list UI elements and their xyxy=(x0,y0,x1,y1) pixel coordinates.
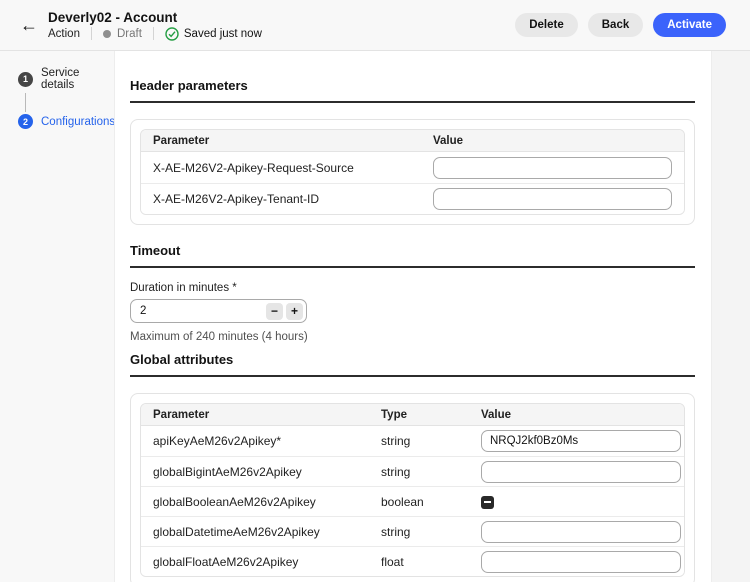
meta-separator xyxy=(153,27,154,40)
section-divider xyxy=(130,375,695,377)
column-header-value: Value xyxy=(433,135,672,147)
step-service-details[interactable]: 1 Service details xyxy=(0,67,114,91)
table-row: X-AE-M26V2-Apikey-Request-Source xyxy=(141,152,684,183)
duration-input[interactable] xyxy=(140,305,263,317)
value-input[interactable] xyxy=(433,157,672,179)
parameter-type: string xyxy=(381,525,481,539)
column-header-type: Type xyxy=(381,409,481,421)
parameter-name: globalBigintAeM26v2Apikey xyxy=(153,465,381,479)
saved-label: Saved just now xyxy=(184,28,262,40)
action-label: Action xyxy=(48,28,80,40)
column-header-parameter: Parameter xyxy=(153,135,433,147)
increment-button[interactable]: + xyxy=(286,303,303,320)
parameter-name: globalFloatAeM26v2Apikey xyxy=(153,555,381,569)
table-body: apiKeyAeM26v2Apikey* string globalBigint… xyxy=(141,426,684,576)
table-row: globalBigintAeM26v2Apikey string xyxy=(141,456,684,486)
table-body: X-AE-M26V2-Apikey-Request-Source X-AE-M2… xyxy=(141,152,684,214)
duration-helper-text: Maximum of 240 minutes (4 hours) xyxy=(130,331,695,343)
column-header-value: Value xyxy=(481,409,672,421)
draft-status-badge: Draft xyxy=(117,28,142,40)
value-input[interactable] xyxy=(433,188,672,210)
value-cell xyxy=(481,521,681,543)
back-arrow-icon[interactable]: ← xyxy=(16,12,42,38)
title-block: Deverly02 - Account Action Draft Saved j… xyxy=(48,10,262,41)
header-parameters-card: Parameter Value X-AE-M26V2-Apikey-Reques… xyxy=(130,119,695,225)
parameter-type: float xyxy=(381,555,481,569)
right-gutter xyxy=(712,51,750,582)
page-title: Deverly02 - Account xyxy=(48,10,262,25)
table-row: X-AE-M26V2-Apikey-Tenant-ID xyxy=(141,183,684,214)
header-parameters-table: Parameter Value X-AE-M26V2-Apikey-Reques… xyxy=(140,129,685,215)
duration-label: Duration in minutes * xyxy=(130,282,695,294)
parameter-name: globalDatetimeAeM26v2Apikey xyxy=(153,525,381,539)
parameter-type: string xyxy=(381,434,481,448)
value-cell xyxy=(481,430,681,452)
timeout-heading: Timeout xyxy=(130,243,695,258)
meta-separator xyxy=(91,27,92,40)
step-2-label: Configurations xyxy=(41,116,115,128)
table-row: apiKeyAeM26v2Apikey* string xyxy=(141,426,684,456)
value-input[interactable] xyxy=(481,521,681,543)
steps-sidebar: 1 Service details 2 Configurations xyxy=(0,51,114,582)
draft-status-dot-icon xyxy=(103,30,111,38)
value-cell xyxy=(481,494,672,508)
global-attributes-heading: Global attributes xyxy=(130,352,695,367)
step-2-circle: 2 xyxy=(18,114,33,129)
topbar: ← Deverly02 - Account Action Draft Saved… xyxy=(0,0,750,51)
value-input[interactable] xyxy=(481,461,681,483)
value-cell xyxy=(481,461,681,483)
table-row: globalFloatAeM26v2Apikey float xyxy=(141,546,684,576)
parameter-type: string xyxy=(381,465,481,479)
delete-button[interactable]: Delete xyxy=(515,13,578,37)
table-row: globalDatetimeAeM26v2Apikey string xyxy=(141,516,684,546)
back-button[interactable]: Back xyxy=(588,13,644,37)
header-parameters-heading: Header parameters xyxy=(130,78,695,93)
parameter-name: globalBooleanAeM26v2Apikey xyxy=(153,495,381,509)
duration-stepper: − + xyxy=(130,299,307,323)
parameter-name: apiKeyAeM26v2Apikey* xyxy=(153,434,381,448)
activate-button[interactable]: Activate xyxy=(653,13,726,37)
value-cell xyxy=(433,157,672,179)
saved-status: Saved just now xyxy=(165,27,262,41)
topbar-actions: Delete Back Activate xyxy=(515,13,726,37)
value-cell xyxy=(433,188,672,210)
step-1-label: Service details xyxy=(41,67,114,91)
content-panel: Header parameters Parameter Value X-AE-M… xyxy=(114,51,712,582)
section-divider xyxy=(130,266,695,268)
boolean-checkbox-indeterminate[interactable] xyxy=(481,496,494,509)
parameter-type: boolean xyxy=(381,495,481,509)
table-header-row: Parameter Value xyxy=(141,130,684,152)
parameter-name: X-AE-M26V2-Apikey-Request-Source xyxy=(153,161,433,175)
value-cell xyxy=(481,551,681,573)
global-attributes-table: Parameter Type Value apiKeyAeM26v2Apikey… xyxy=(140,403,685,577)
check-circle-icon xyxy=(165,27,179,41)
value-input[interactable] xyxy=(481,430,681,452)
table-row: globalBooleanAeM26v2Apikey boolean xyxy=(141,486,684,516)
table-header-row: Parameter Type Value xyxy=(141,404,684,426)
step-configurations[interactable]: 2 Configurations xyxy=(0,114,114,129)
global-attributes-card: Parameter Type Value apiKeyAeM26v2Apikey… xyxy=(130,393,695,582)
decrement-button[interactable]: − xyxy=(266,303,283,320)
app-window: ← Deverly02 - Account Action Draft Saved… xyxy=(0,0,750,582)
step-1-circle: 1 xyxy=(18,72,33,87)
column-header-parameter: Parameter xyxy=(153,409,381,421)
step-connector xyxy=(25,93,26,112)
meta-row: Action Draft Saved just now xyxy=(48,27,262,41)
main-area: 1 Service details 2 Configurations Heade… xyxy=(0,51,750,582)
parameter-name: X-AE-M26V2-Apikey-Tenant-ID xyxy=(153,192,433,206)
value-input[interactable] xyxy=(481,551,681,573)
section-divider xyxy=(130,101,695,103)
